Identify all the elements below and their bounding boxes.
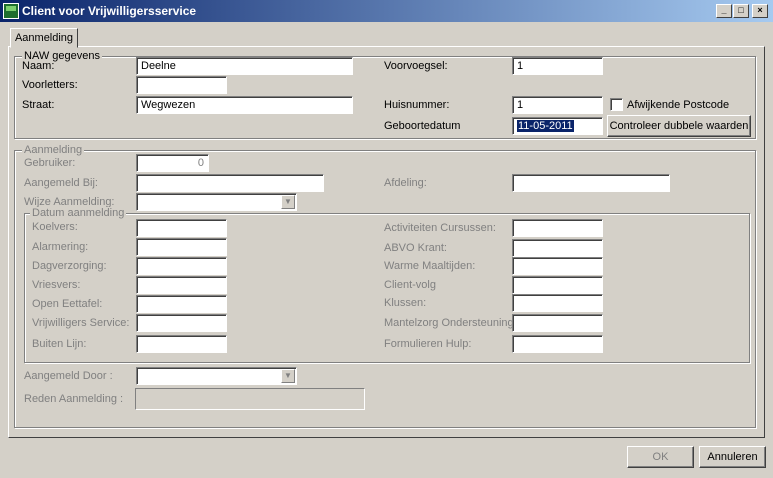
open-eettafel-label: Open Eettafel:	[32, 298, 103, 310]
aangemeld-door-select[interactable]: ▼	[136, 367, 297, 385]
afdeling-field[interactable]	[512, 174, 670, 192]
warme-maaltijden-field[interactable]	[512, 257, 603, 275]
chevron-down-icon[interactable]: ▼	[281, 369, 295, 383]
alarmering-field[interactable]	[136, 238, 227, 256]
abvo-krant-label: ABVO Krant:	[384, 242, 447, 254]
dagverzorging-field[interactable]	[136, 257, 227, 275]
klussen-label: Klussen:	[384, 297, 427, 309]
gebruiker-field[interactable]: 0	[136, 154, 209, 172]
geboortedatum-field[interactable]: 11-05-2011	[512, 117, 603, 135]
controleer-dubbele-waarden-button[interactable]: Controleer dubbele waarden	[607, 115, 751, 137]
afwijkende-postcode-label: Afwijkende Postcode	[627, 99, 730, 111]
vriesvers-field[interactable]	[136, 276, 227, 294]
afdeling-label: Afdeling:	[384, 177, 427, 189]
client-volg-field[interactable]	[512, 276, 603, 294]
aanmelding-legend: Aanmelding	[22, 144, 85, 156]
wijze-aanmelding-select[interactable]: ▼	[136, 193, 297, 211]
naam-label: Naam:	[22, 60, 55, 72]
vriesvers-label: Vriesvers:	[32, 279, 81, 291]
warme-maaltijden-label: Warme Maaltijden:	[384, 260, 476, 272]
activiteiten-cursussen-field[interactable]	[512, 219, 603, 237]
close-button[interactable]: ×	[752, 4, 768, 18]
alarmering-label: Alarmering:	[32, 241, 89, 253]
straat-field[interactable]: Wegwezen	[136, 96, 353, 114]
window-title: Client voor Vrijwilligersservice	[22, 4, 197, 18]
aangemeld-bij-label: Aangemeld Bij:	[24, 177, 98, 189]
maximize-button[interactable]: □	[733, 4, 749, 18]
buiten-lijn-field[interactable]	[136, 335, 227, 353]
geboortedatum-label: Geboortedatum	[384, 120, 461, 132]
naam-field[interactable]: Deelne	[136, 57, 353, 75]
huisnummer-label: Huisnummer:	[384, 99, 450, 111]
annuleren-button[interactable]: Annuleren	[699, 446, 766, 468]
abvo-krant-field[interactable]	[512, 239, 603, 257]
vrijwilligers-service-label: Vrijwilligers Service:	[32, 317, 130, 329]
voorvoegsel-field[interactable]: 1	[512, 57, 603, 75]
open-eettafel-field[interactable]	[136, 295, 227, 313]
aangemeld-bij-field[interactable]	[136, 174, 324, 192]
mantelzorg-ondersteuning-label: Mantelzorg Ondersteuning:	[384, 317, 517, 329]
koelvers-field[interactable]	[136, 219, 227, 237]
buiten-lijn-label: Buiten Lijn:	[32, 338, 87, 350]
vrijwilligers-service-field[interactable]	[136, 314, 227, 332]
geboortedatum-value: 11-05-2011	[517, 120, 574, 132]
voorvoegsel-label: Voorvoegsel:	[384, 60, 448, 72]
klussen-field[interactable]	[512, 294, 603, 312]
formulieren-hulp-label: Formulieren Hulp:	[384, 338, 472, 350]
tab-aanmelding[interactable]: Aanmelding	[10, 28, 78, 48]
activiteiten-cursussen-label: Activiteiten Cursussen:	[384, 222, 496, 234]
voorletters-field[interactable]	[136, 76, 227, 94]
datum-aanmelding-legend: Datum aanmelding	[30, 207, 127, 219]
client-volg-label: Client-volg	[384, 279, 436, 291]
reden-aanmelding-field[interactable]	[135, 388, 365, 410]
chevron-down-icon[interactable]: ▼	[281, 195, 295, 209]
straat-label: Straat:	[22, 99, 55, 111]
app-icon	[3, 3, 19, 19]
dagverzorging-label: Dagverzorging:	[32, 260, 107, 272]
minimize-button[interactable]: _	[716, 4, 732, 18]
formulieren-hulp-field[interactable]	[512, 335, 603, 353]
ok-button[interactable]: OK	[627, 446, 694, 468]
title-bar[interactable]: Client voor Vrijwilligersservice _ □ ×	[0, 0, 773, 22]
koelvers-label: Koelvers:	[32, 221, 78, 233]
voorletters-label: Voorletters:	[22, 79, 78, 91]
reden-aanmelding-label: Reden Aanmelding :	[24, 393, 124, 405]
huisnummer-field[interactable]: 1	[512, 96, 603, 114]
gebruiker-label: Gebruiker:	[24, 157, 76, 169]
aangemeld-door-label: Aangemeld Door :	[24, 370, 113, 382]
mantelzorg-ondersteuning-field[interactable]	[512, 314, 603, 332]
afwijkende-postcode-checkbox[interactable]	[610, 98, 623, 111]
